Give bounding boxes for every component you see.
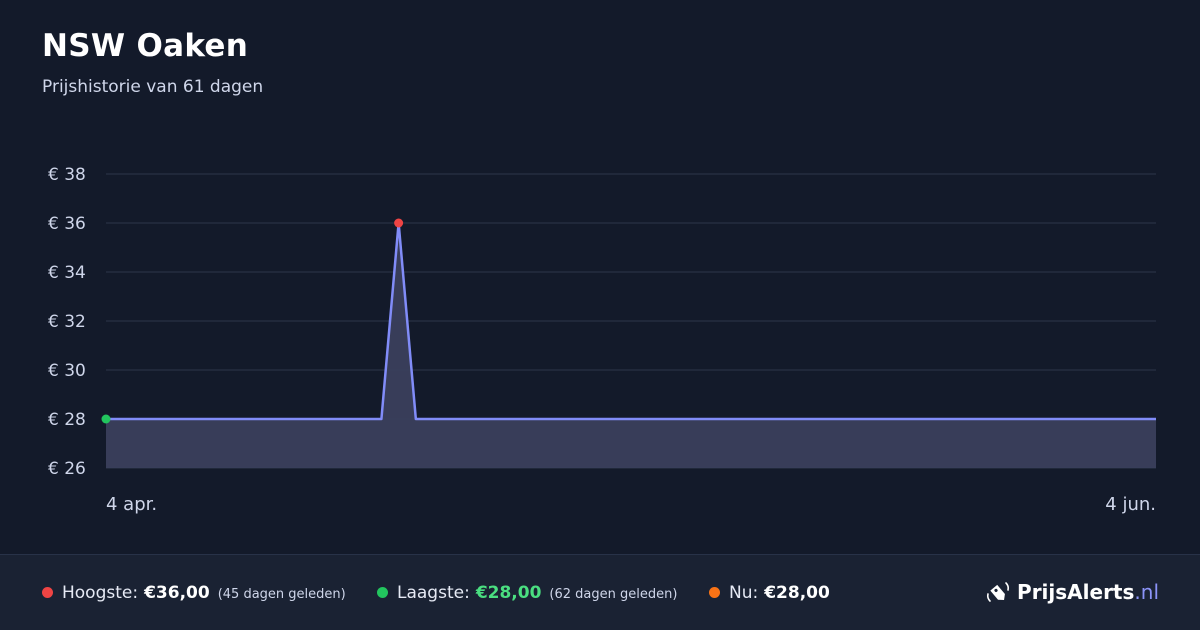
y-tick-label: € 36 xyxy=(48,214,86,234)
price-tag-icon xyxy=(986,582,1010,602)
y-tick-label: € 30 xyxy=(48,361,86,381)
price-history-chart: € 38 € 36 € 34 € 32 € 30 € 28 € 26 4 apr. 4 jun. xyxy=(48,165,1156,515)
stat-highest-ago: (45 dagen geleden) xyxy=(217,587,346,602)
stat-highest-label: Hoogste: xyxy=(62,583,139,603)
y-tick-label: € 28 xyxy=(48,410,86,430)
now-dot-icon xyxy=(709,587,720,598)
brand-name: PrijsAlerts xyxy=(1017,580,1135,604)
highest-dot-icon xyxy=(42,587,53,598)
lowest-dot-icon xyxy=(377,587,388,598)
data-point-marker xyxy=(394,218,404,228)
stats-footer: Hoogste: €36,00 (45 dagen geleden) Laags… xyxy=(0,554,1200,630)
stat-lowest: Laagste: €28,00 (62 dagen geleden) xyxy=(377,583,677,603)
y-tick-label: € 26 xyxy=(48,459,86,479)
stat-lowest-label: Laagste: xyxy=(397,583,470,603)
stat-now-label: Nu: xyxy=(729,583,759,603)
page: NSW Oaken Prijshistorie van 61 dagen € 3… xyxy=(0,0,1200,630)
stat-lowest-ago: (62 dagen geleden) xyxy=(549,587,678,602)
stat-highest-value: €36,00 xyxy=(144,583,210,603)
brand-tld: .nl xyxy=(1134,580,1159,604)
stat-lowest-value: €28,00 xyxy=(475,583,542,603)
data-point-marker xyxy=(101,414,111,424)
x-tick-label: 4 apr. xyxy=(106,494,157,515)
y-tick-label: € 38 xyxy=(48,165,86,185)
brand-logo[interactable]: PrijsAlerts .nl xyxy=(985,579,1159,605)
stat-now-value: €28,00 xyxy=(764,583,830,603)
stat-now: Nu: €28,00 xyxy=(709,583,830,603)
y-tick-label: € 34 xyxy=(48,263,86,283)
series-area xyxy=(106,223,1156,468)
y-tick-label: € 32 xyxy=(48,312,86,332)
x-tick-label: 4 jun. xyxy=(1105,494,1156,515)
stat-highest: Hoogste: €36,00 (45 dagen geleden) xyxy=(42,583,346,603)
